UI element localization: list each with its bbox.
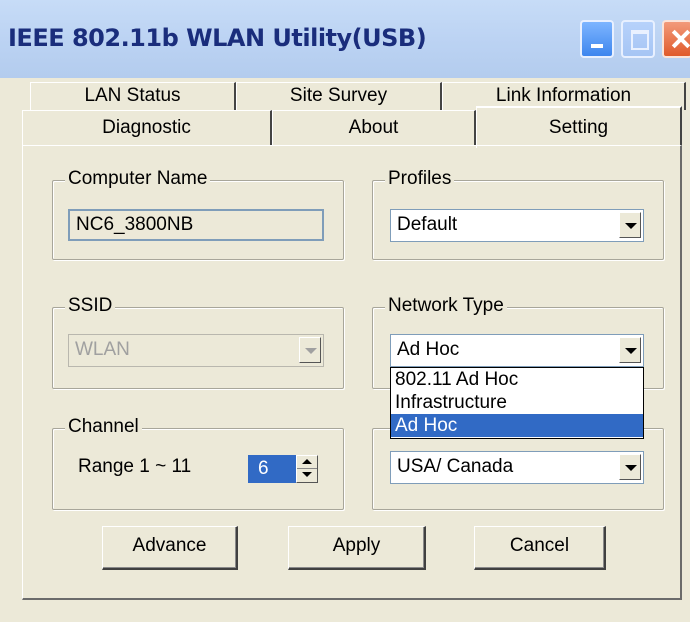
chevron-down-icon[interactable] — [619, 337, 641, 363]
wlan-utility-window: IEEE 802.11b WLAN Utility(USB) LAN Statu… — [0, 0, 690, 622]
network-type-option[interactable]: Ad Hoc — [391, 414, 643, 437]
tab-label: Diagnostic — [102, 117, 191, 138]
tab-label: About — [348, 117, 399, 138]
ssid-select: WLAN — [68, 334, 324, 367]
network-type-value: Ad Hoc — [397, 339, 460, 360]
tab-lan-status[interactable]: LAN Status — [30, 82, 236, 110]
tab-site-survey[interactable]: Site Survey — [236, 82, 442, 110]
profiles-select[interactable]: Default — [390, 209, 644, 242]
ssid-value: WLAN — [75, 339, 130, 360]
computer-name-field: NC6_3800NB — [68, 209, 324, 241]
cancel-button[interactable]: Cancel — [474, 526, 606, 570]
chevron-down-icon[interactable] — [619, 212, 641, 238]
profiles-value: Default — [397, 214, 458, 235]
network-type-option[interactable]: Infrastructure — [391, 391, 643, 414]
channel-range-label: Range 1 ~ 11 — [78, 456, 192, 477]
tab-label: Setting — [548, 117, 609, 138]
country-value: USA/ Canada — [397, 456, 514, 477]
apply-button[interactable]: Apply — [288, 526, 426, 570]
tab-about[interactable]: About — [272, 110, 476, 146]
ssid-legend: SSID — [65, 295, 116, 317]
window-title: IEEE 802.11b WLAN Utility(USB) — [8, 24, 427, 52]
chevron-down-icon — [299, 337, 321, 363]
network-type-option[interactable]: 802.11 Ad Hoc — [391, 368, 643, 391]
tab-diagnostic[interactable]: Diagnostic — [22, 110, 272, 146]
network-type-legend: Network Type — [385, 295, 507, 317]
maximize-icon[interactable] — [621, 20, 655, 58]
tab-setting[interactable]: Setting — [476, 106, 682, 148]
minimize-icon[interactable] — [580, 20, 614, 58]
tab-label: LAN Status — [84, 85, 181, 106]
network-type-dropdown: 802.11 Ad Hoc Infrastructure Ad Hoc — [390, 367, 644, 439]
advance-button[interactable]: Advance — [102, 526, 238, 570]
title-bar[interactable]: IEEE 802.11b WLAN Utility(USB) — [0, 0, 690, 78]
tab-label: Site Survey — [289, 85, 388, 106]
profiles-legend: Profiles — [385, 168, 455, 190]
computer-name-legend: Computer Name — [65, 168, 211, 190]
channel-legend: Channel — [65, 416, 142, 438]
channel-spinner[interactable] — [296, 455, 318, 483]
channel-value[interactable]: 6 — [248, 455, 296, 483]
close-icon[interactable] — [662, 20, 690, 58]
tab-label: Link Information — [495, 85, 632, 106]
network-type-select[interactable]: Ad Hoc — [390, 334, 644, 367]
chevron-down-icon[interactable] — [619, 454, 641, 480]
country-select[interactable]: USA/ Canada — [390, 451, 644, 484]
